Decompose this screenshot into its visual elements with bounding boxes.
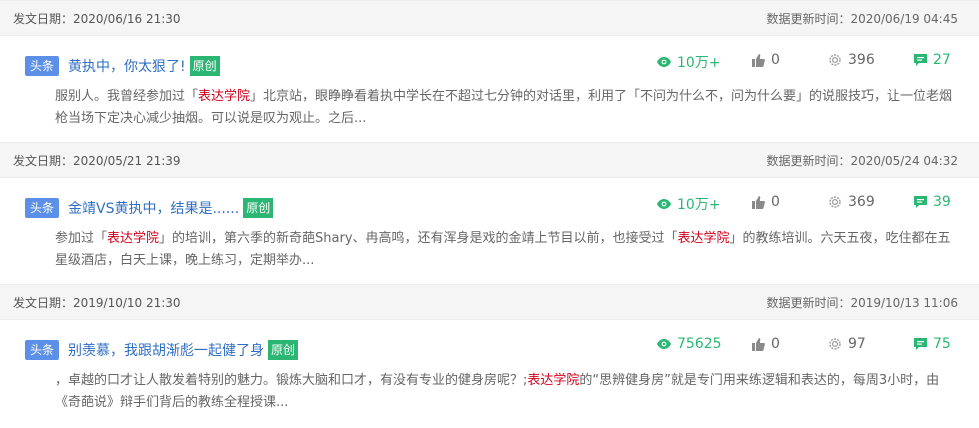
like-count-value: 0 (771, 52, 780, 68)
comment-count: 39 (914, 194, 951, 210)
like-count-value: 0 (771, 336, 780, 352)
view-count-value: 10万+ (677, 197, 721, 213)
like-count: 0 (752, 194, 780, 210)
gear-icon (829, 196, 841, 208)
thumbs-up-icon (752, 337, 765, 351)
comment-icon (914, 338, 927, 350)
highlight-keyword: 表达学院 (527, 373, 580, 388)
share-count: 369 (828, 194, 875, 210)
post-block: 发文日期：2019/10/10 21:30 数据更新时间：2019/10/13 … (0, 284, 979, 426)
article-summary: 参加过「表达学院」的培训，第六季的新奇葩Shary、冉高鸣，还有浑身是戏的金靖上… (55, 228, 955, 272)
view-count-value: 10万+ (677, 55, 721, 71)
share-count-value: 369 (848, 194, 875, 210)
like-count-value: 0 (771, 194, 780, 210)
like-count: 0 (752, 336, 780, 352)
view-count: 10万+ (657, 194, 721, 214)
stats-row: 10万+ 0 369 39 (0, 194, 979, 216)
highlight-keyword: 表达学院 (677, 231, 730, 246)
update-time: 数据更新时间：2020/05/24 04:32 (766, 153, 958, 168)
article-summary: 服别人。我曾经参加过「表达学院」北京站，眼睁睁看着执中学长在不超过七分钟的对话里… (55, 86, 955, 130)
update-time: 数据更新时间：2019/10/13 11:06 (766, 295, 958, 310)
update-time: 数据更新时间：2020/06/19 04:45 (766, 11, 958, 26)
post-block: 发文日期：2020/05/21 21:39 数据更新时间：2020/05/24 … (0, 142, 979, 284)
eye-icon (657, 57, 671, 67)
article-row: 头条 别羡慕，我跟胡渐彪一起健了身 原创 75625 0 97 75 ，卓越的口… (0, 320, 979, 426)
publish-date: 发文日期：2020/05/21 21:39 (13, 153, 181, 168)
eye-icon (657, 199, 671, 209)
comment-count: 75 (914, 336, 951, 352)
stats-row: 75625 0 97 75 (0, 336, 979, 358)
view-count-value: 75625 (677, 336, 722, 352)
share-count-value: 396 (848, 52, 875, 68)
publish-date: 发文日期：2020/06/16 21:30 (13, 11, 181, 26)
comment-count-value: 27 (933, 52, 951, 68)
share-count: 396 (828, 52, 875, 68)
article-row: 头条 金靖VS黄执中，结果是...... 原创 10万+ 0 369 39 参加… (0, 178, 979, 284)
view-count: 75625 (657, 336, 722, 352)
date-bar: 发文日期：2019/10/10 21:30 数据更新时间：2019/10/13 … (0, 284, 979, 320)
view-count: 10万+ (657, 52, 721, 72)
highlight-keyword: 表达学院 (198, 89, 251, 104)
stats-row: 10万+ 0 396 27 (0, 52, 979, 74)
thumbs-up-icon (752, 195, 765, 209)
share-count-value: 97 (848, 336, 866, 352)
summary-text: 服别人。我曾经参加过「 (55, 89, 199, 104)
gear-icon (829, 338, 841, 350)
summary-text: 参加过「 (55, 231, 108, 246)
thumbs-up-icon (752, 53, 765, 67)
comment-count: 27 (914, 52, 951, 68)
eye-icon (657, 339, 671, 349)
comment-count-value: 75 (933, 336, 951, 352)
summary-text: ，卓越的口才让人散发着特别的魅力。锻炼大脑和口才，有没有专业的健身房呢？; (55, 373, 528, 388)
like-count: 0 (752, 52, 780, 68)
comment-count-value: 39 (933, 194, 951, 210)
publish-date: 发文日期：2019/10/10 21:30 (13, 295, 181, 310)
comment-icon (914, 196, 927, 208)
post-block: 发文日期：2020/06/16 21:30 数据更新时间：2020/06/19 … (0, 0, 979, 142)
gear-icon (829, 54, 841, 66)
article-summary: ，卓越的口才让人散发着特别的魅力。锻炼大脑和口才，有没有专业的健身房呢？;表达学… (55, 370, 955, 414)
highlight-keyword: 表达学院 (107, 231, 160, 246)
article-row: 头条 黄执中，你太狠了! 原创 10万+ 0 396 27 服别人。我曾经参加过… (0, 36, 979, 142)
share-count: 97 (828, 336, 866, 352)
date-bar: 发文日期：2020/06/16 21:30 数据更新时间：2020/06/19 … (0, 0, 979, 36)
comment-icon (914, 54, 927, 66)
summary-text: 」的培训，第六季的新奇葩Shary、冉高鸣，还有浑身是戏的金靖上节目以前，也接受… (159, 231, 678, 246)
date-bar: 发文日期：2020/05/21 21:39 数据更新时间：2020/05/24 … (0, 142, 979, 178)
